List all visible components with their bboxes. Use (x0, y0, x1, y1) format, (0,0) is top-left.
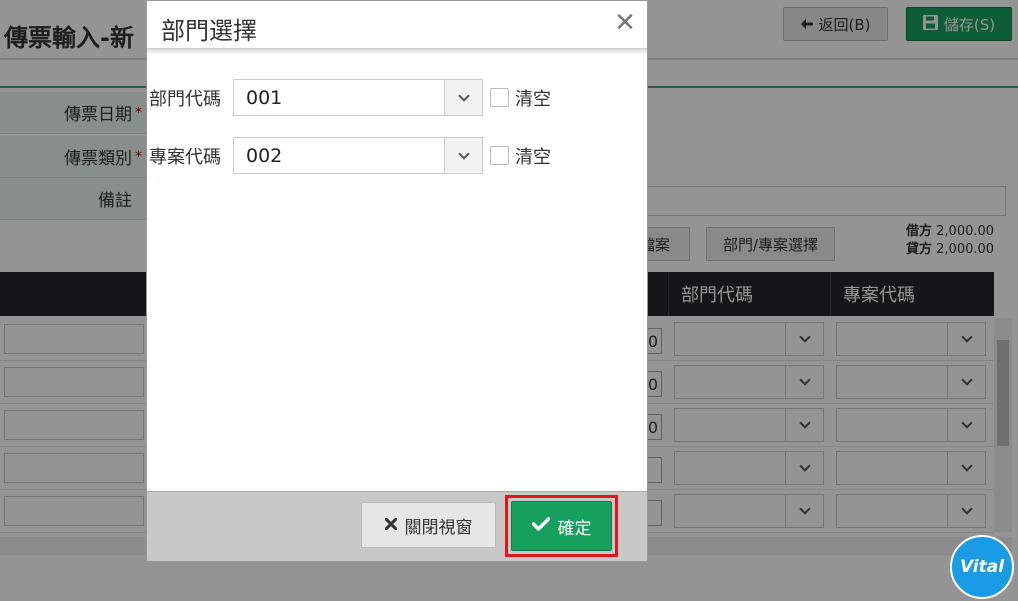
chevron-down-icon (444, 80, 482, 115)
dept-code-select[interactable]: 001 (233, 79, 483, 116)
x-icon (384, 515, 397, 535)
dept-code-value: 001 (246, 87, 283, 109)
close-window-button[interactable]: 關閉視窗 (361, 502, 496, 548)
confirm-button[interactable]: 確定 (511, 501, 612, 551)
project-clear-label[interactable]: 清空 (515, 143, 551, 169)
close-window-label: 關閉視窗 (404, 517, 473, 538)
check-icon (531, 516, 550, 536)
project-code-select[interactable]: 002 (233, 137, 483, 174)
project-clear-checkbox[interactable] (490, 146, 509, 165)
close-icon[interactable]: ✕ (613, 9, 637, 37)
dept-select-dialog: 部門選擇 ✕ 部門代碼 001 清空 專案代碼 002 清空 關閉視窗 確定 (146, 0, 648, 562)
dialog-footer: 關閉視窗 確定 (147, 491, 647, 561)
vital-logo: Vital (950, 535, 1014, 599)
dept-clear-checkbox[interactable] (490, 88, 509, 107)
header-shadow (147, 49, 647, 55)
project-code-label: 專案代碼 (149, 147, 221, 168)
dept-code-label: 部門代碼 (149, 89, 221, 110)
dialog-title: 部門選擇 (161, 17, 257, 45)
confirm-label: 確定 (557, 518, 592, 539)
chevron-down-icon (444, 138, 482, 173)
field-row-project: 專案代碼 002 清空 (147, 137, 647, 175)
dept-clear-label[interactable]: 清空 (515, 85, 551, 111)
project-code-value: 002 (246, 145, 283, 167)
field-row-dept: 部門代碼 001 清空 (147, 79, 647, 117)
dialog-header: 部門選擇 ✕ (147, 1, 647, 49)
